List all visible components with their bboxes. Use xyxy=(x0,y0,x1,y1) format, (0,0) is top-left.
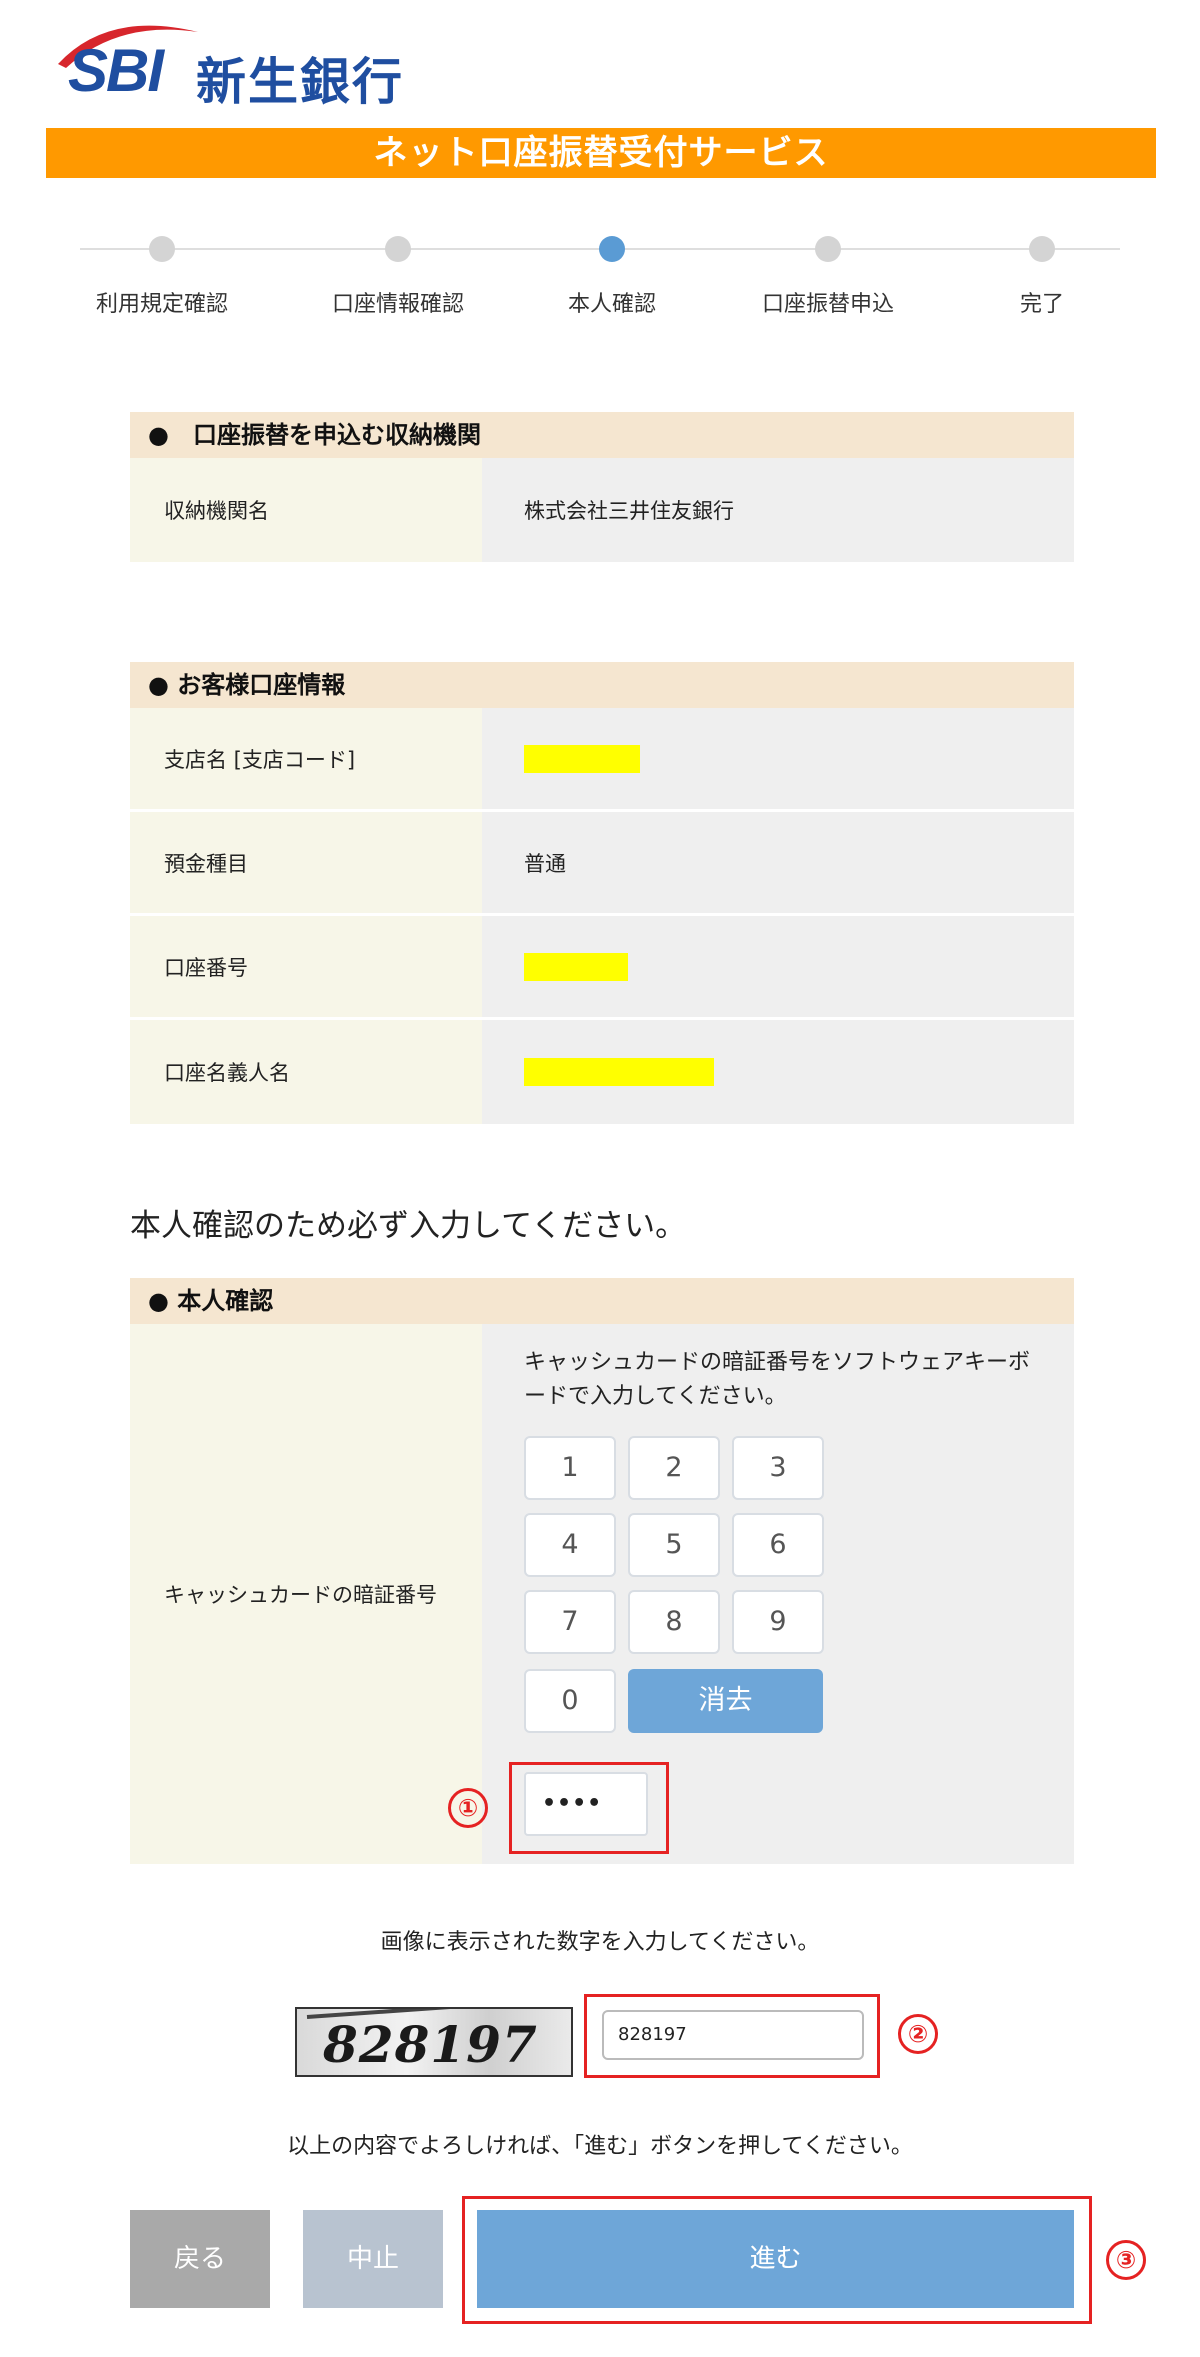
keypad-key-1[interactable]: 1 xyxy=(524,1436,616,1500)
step-label: 完了 xyxy=(1019,292,1064,317)
annotation-number-1: ① xyxy=(448,1788,488,1828)
table-row: 収納機関名 株式会社三井住友銀行 xyxy=(130,458,1074,562)
step-dot xyxy=(385,236,411,262)
step-label: 口座振替申込 xyxy=(761,292,894,317)
redacted-value xyxy=(524,952,628,981)
sbi-shinsei-logo: SBI 新生銀行 xyxy=(48,16,428,111)
step-application: 口座振替申込 xyxy=(728,230,928,318)
step-dot xyxy=(1029,236,1055,262)
redacted-value xyxy=(524,744,640,773)
keypad-key-6[interactable]: 6 xyxy=(732,1513,824,1577)
row-value xyxy=(482,916,1074,1017)
pin-instruction: キャッシュカードの暗証番号をソフトウェアキーボードで入力してください。 xyxy=(524,1350,1031,1409)
row-label: 口座番号 xyxy=(130,916,482,1017)
stop-button[interactable]: 中止 xyxy=(303,2210,443,2308)
row-label: 口座名義人名 xyxy=(130,1020,482,1124)
row-label: 預金種目 xyxy=(130,812,482,913)
row-value xyxy=(482,1020,1074,1124)
annotation-box-1 xyxy=(509,1762,669,1854)
captcha-instruction: 画像に表示された数字を入力してください。 xyxy=(380,1930,820,1955)
keypad-key-5[interactable]: 5 xyxy=(628,1513,720,1577)
keypad-key-3[interactable]: 3 xyxy=(732,1436,824,1500)
row-label: 支店名 [支店コード] xyxy=(130,708,482,809)
table-row: 支店名 [支店コード] xyxy=(130,708,1074,812)
step-dot xyxy=(815,236,841,262)
account-section: ● お客様口座情報 支店名 [支店コード] 預金種目 普通 口座番号 口座名義人… xyxy=(130,662,1074,1124)
confirm-instruction: 以上の内容でよろしければ、「進む」ボタンを押してください。 xyxy=(287,2134,913,2159)
step-dot-active xyxy=(599,236,625,262)
identity-notice: 本人確認のため必ず入力してください。 xyxy=(130,1208,687,1244)
captcha-text: 828197 xyxy=(323,2015,538,2074)
step-label: 利用規定確認 xyxy=(95,292,228,317)
back-button[interactable]: 戻る xyxy=(130,2210,270,2308)
step-account-info: 口座情報確認 xyxy=(298,230,498,318)
step-complete: 完了 xyxy=(942,230,1142,318)
section-title: ● お客様口座情報 xyxy=(130,662,1074,708)
keypad-key-7[interactable]: 7 xyxy=(524,1590,616,1654)
row-value: 株式会社三井住友銀行 xyxy=(482,458,1074,562)
step-terms: 利用規定確認 xyxy=(62,230,262,318)
keypad-key-4[interactable]: 4 xyxy=(524,1513,616,1577)
keypad-key-2[interactable]: 2 xyxy=(628,1436,720,1500)
redacted-value xyxy=(524,1058,714,1086)
institution-section: ● 口座振替を申込む収納機関 収納機関名 株式会社三井住友銀行 xyxy=(130,412,1074,562)
pin-label: キャッシュカードの暗証番号 xyxy=(130,1324,482,1864)
service-title-banner: ネット口座振替受付サービス xyxy=(46,128,1156,178)
annotation-box-3 xyxy=(462,2196,1092,2324)
row-label: 収納機関名 xyxy=(130,458,482,562)
captcha-image: 828197 xyxy=(295,2007,573,2077)
logo-name: 新生銀行 xyxy=(196,53,404,111)
keypad-key-0[interactable]: 0 xyxy=(524,1669,616,1733)
step-label: 本人確認 xyxy=(567,292,656,317)
step-identity: 本人確認 xyxy=(512,230,712,318)
section-title: ● 本人確認 xyxy=(130,1278,1074,1324)
annotation-box-2 xyxy=(584,1994,880,2078)
keypad-key-9[interactable]: 9 xyxy=(732,1590,824,1654)
table-row: 預金種目 普通 xyxy=(130,812,1074,916)
table-row: 口座番号 xyxy=(130,916,1074,1020)
keypad-clear-button[interactable]: 消去 xyxy=(628,1669,823,1733)
step-dot xyxy=(149,236,175,262)
progress-steps: 利用規定確認 口座情報確認 本人確認 口座振替申込 完了 xyxy=(80,230,1120,330)
annotation-number-3: ③ xyxy=(1106,2240,1146,2280)
logo-mark: SBI xyxy=(68,37,164,104)
table-row: 口座名義人名 xyxy=(130,1020,1074,1124)
row-value: 普通 xyxy=(482,812,1074,913)
keypad-key-8[interactable]: 8 xyxy=(628,1590,720,1654)
row-value xyxy=(482,708,1074,809)
section-title: ● 口座振替を申込む収納機関 xyxy=(130,412,1074,458)
step-label: 口座情報確認 xyxy=(331,292,464,317)
annotation-number-2: ② xyxy=(898,2014,938,2054)
